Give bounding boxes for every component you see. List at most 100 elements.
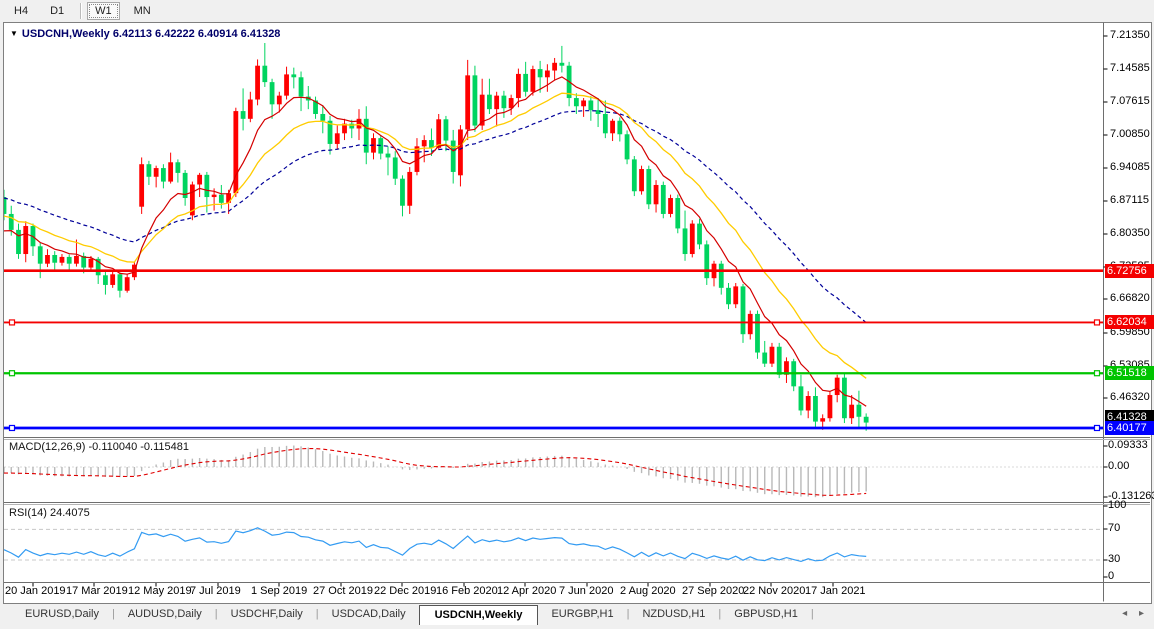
tab-audusd-daily[interactable]: AUDUSD,Daily [115,605,215,622]
tab-eurgbp-h1[interactable]: EURGBP,H1 [538,605,626,622]
tab-usdcad-daily[interactable]: USDCAD,Daily [319,605,419,622]
candle [23,226,28,254]
date-axis-label: 16 Feb 2020 [436,585,498,598]
line-handle[interactable] [1095,320,1100,325]
line-handle[interactable] [10,320,15,325]
candle [835,378,840,395]
date-axis-label: 1 Sep 2019 [251,585,307,598]
ma-medium-line [4,93,866,378]
candle [436,119,441,147]
candle [168,162,173,181]
line-handle[interactable] [1095,371,1100,376]
macd-signal-line [4,449,866,496]
candle [407,172,412,206]
rsi-axis-label: 70 [1108,522,1120,535]
macd-values: -0.110040 -0.115481 [88,441,189,453]
candle [654,185,659,204]
candle [89,259,94,268]
candle [139,164,144,206]
line-handle[interactable] [10,425,15,430]
tab-gbpusd-h1[interactable]: GBPUSD,H1 [721,605,811,622]
candle [349,124,354,129]
date-axis-label: 7 Jul 2019 [190,585,241,598]
candle [270,82,275,104]
candle [429,140,434,148]
macd-axis-label: 0.00 [1108,460,1129,473]
candle [291,74,296,77]
candle [639,169,644,191]
candle [299,77,304,96]
candle [487,95,492,109]
date-axis-label: 27 Oct 2019 [313,585,373,598]
candle [284,74,289,95]
candle [386,154,391,158]
candle [842,378,847,419]
date-axis-label: 22 Dec 2019 [374,585,436,598]
rsi-axis-label: 0 [1108,570,1114,583]
candle [632,159,637,191]
date-axis-label: 22 Nov 2020 [743,585,805,598]
candle [588,100,593,110]
candle [799,386,804,410]
candle [175,162,180,173]
candle [38,246,43,263]
candle [697,224,702,245]
rsi-axis-label: 30 [1108,553,1120,566]
symbol-dropdown-icon[interactable]: ▼ [10,29,18,38]
candle [458,129,463,175]
tab-eurusd-daily[interactable]: EURUSD,Daily [12,605,112,622]
candle [74,256,79,264]
candle [502,96,507,109]
candle [770,347,775,364]
candle [777,347,782,375]
candle [857,405,862,417]
candle [820,418,825,421]
candle [668,198,673,214]
candle [675,198,680,228]
candle [67,257,72,264]
tab-scroll-right-icon[interactable]: ▸ [1139,608,1144,619]
candle [719,264,724,288]
candle [828,395,833,418]
candle [197,175,202,185]
line-handle[interactable] [10,371,15,376]
candle [625,134,630,159]
candle [9,214,14,230]
date-axis-label: 2 Aug 2020 [620,585,676,598]
candle [849,405,854,419]
rsi-name: RSI(14) [9,507,47,519]
line-handle[interactable] [1095,425,1100,430]
candle [204,175,209,197]
candle [755,314,760,353]
candle [690,224,695,254]
candle [741,286,746,334]
candle [118,274,123,290]
price-axis-label: 6.80350 [1110,227,1150,240]
candle [683,228,688,254]
candle [154,168,159,177]
candle [726,288,731,304]
candle [617,121,622,135]
tab-nzdusd-h1[interactable]: NZDUSD,H1 [629,605,718,622]
candle [473,75,478,125]
candle [444,119,449,140]
candle [762,353,767,364]
chart-ohlc-values: 6.42113 6.42222 6.40914 6.41328 [113,28,281,40]
date-axis-label: 12 May 2019 [128,585,192,598]
candle [45,255,50,264]
candle [2,197,7,214]
candle [661,185,666,214]
tab-usdcnh-weekly[interactable]: USDCNH,Weekly [419,605,539,625]
candle [248,100,253,119]
tab-usdchf-daily[interactable]: USDCHF,Daily [218,605,316,622]
chart-canvas[interactable] [0,0,1154,629]
trading-app: H4 D1 W1 MN ▼USDCNH,Weekly 6.42113 6.422… [0,0,1154,629]
candle [219,195,224,203]
candle [393,157,398,178]
hline-badge-support-1: 6.51518 [1105,366,1154,380]
candle [748,314,753,334]
hline-badge-support-2: 6.40177 [1105,421,1154,435]
hline-badge-resistance-1: 6.72756 [1105,264,1154,278]
candle [494,96,499,110]
tab-scroll-left-icon[interactable]: ◂ [1122,608,1127,619]
